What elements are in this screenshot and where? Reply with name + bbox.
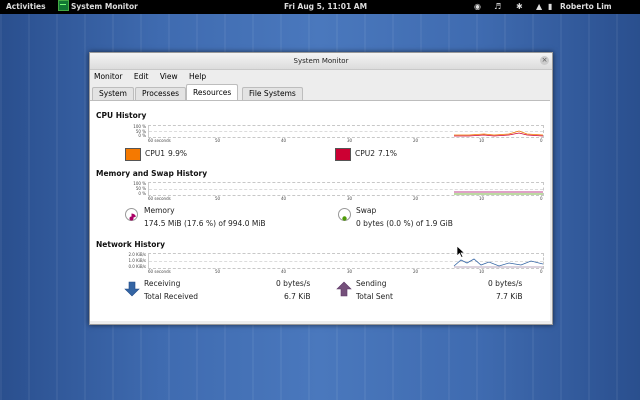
memory-x-tick: 20 <box>413 196 419 201</box>
receiving-label: Receiving <box>144 279 181 288</box>
memory-graph <box>148 182 544 196</box>
memory-graph-lines <box>454 191 543 195</box>
cpu1-color-swatch[interactable] <box>125 148 141 161</box>
tab-bar: System Processes Resources File Systems <box>92 84 552 100</box>
cpu-x-tick: 10 <box>479 138 485 143</box>
battery-icon[interactable]: ▮ <box>548 0 552 14</box>
app-menu[interactable]: System Monitor <box>58 0 138 14</box>
network-history-heading: Network History <box>96 240 165 249</box>
total-sent-label: Total Sent <box>356 292 393 301</box>
total-received-value: 6.7 KiB <box>284 292 311 301</box>
network-x-tick: 50 <box>215 269 221 274</box>
tab-processes[interactable]: Processes <box>135 87 186 100</box>
user-menu[interactable]: Roberto Lim <box>560 0 612 14</box>
network-y-tick: 2.0 KiB/s <box>128 252 146 257</box>
network-x-tick: 10 <box>479 269 485 274</box>
network-x-tick: 20 <box>413 269 419 274</box>
cpu2-label: CPU2 <box>355 149 376 158</box>
window-title: System Monitor <box>293 57 349 65</box>
system-monitor-window: System Monitor × Monitor Edit View Help … <box>89 52 553 325</box>
cpu1-label: CPU1 <box>145 149 166 158</box>
memory-x-tick: 50 <box>215 196 221 201</box>
window-titlebar[interactable]: System Monitor × <box>90 53 552 70</box>
network-x-tick: 30 <box>347 269 353 274</box>
receiving-value: 0 bytes/s <box>276 279 311 288</box>
clock[interactable]: Fri Aug 5, 11:01 AM <box>284 0 367 14</box>
tab-file-systems[interactable]: File Systems <box>242 87 303 100</box>
network-y-tick: 1.0 KiB/s <box>128 258 146 263</box>
cpu2-color-swatch[interactable] <box>335 148 351 161</box>
cpu-graph <box>148 125 544 138</box>
cpu-x-tick: 20 <box>413 138 419 143</box>
swap-pie-dot <box>342 216 347 221</box>
cpu-x-tick: 40 <box>281 138 287 143</box>
top-panel: Activities System Monitor Fri Aug 5, 11:… <box>0 0 640 14</box>
cpu2-value: 7.1% <box>378 149 398 158</box>
sending-arrow-icon[interactable] <box>336 281 352 297</box>
memory-x-tick: 30 <box>347 196 353 201</box>
memory-x-tick: 40 <box>281 196 287 201</box>
mouse-pointer-icon <box>457 246 465 258</box>
cpu-x-tick: 30 <box>347 138 353 143</box>
memory-x-tick: 0 <box>540 196 543 201</box>
sending-label: Sending <box>356 279 387 288</box>
network-x-tick: 0 <box>540 269 543 274</box>
receiving-arrow-icon[interactable] <box>124 281 140 297</box>
volume-icon[interactable]: ♬ <box>494 0 501 14</box>
resources-panel: CPU History 100 % 50 % 0 % 60 seconds 50… <box>90 100 550 321</box>
network-y-tick: 0.0 KiB/s <box>128 264 146 269</box>
menu-edit[interactable]: Edit <box>134 72 149 81</box>
cpu1-value: 9.9% <box>168 149 188 158</box>
network-icon[interactable]: ▲ <box>536 0 542 14</box>
memory-pie-slice <box>129 213 136 221</box>
cpu-y-tick: 0 % <box>138 133 146 138</box>
memory-pie-icon[interactable] <box>125 208 138 221</box>
tab-resources[interactable]: Resources <box>186 84 239 100</box>
menu-monitor[interactable]: Monitor <box>94 72 123 81</box>
cpu-x-tick: 60 seconds <box>148 138 171 143</box>
menu-view[interactable]: View <box>160 72 178 81</box>
network-x-tick: 60 seconds <box>148 269 171 274</box>
accessibility-icon[interactable]: ◉ <box>474 0 481 14</box>
memory-x-tick: 60 seconds <box>148 196 171 201</box>
cpu-history-heading: CPU History <box>96 111 147 120</box>
sending-value: 0 bytes/s <box>488 279 523 288</box>
memory-y-tick: 0 % <box>138 191 146 196</box>
swap-value: 0 bytes (0.0 %) of 1.9 GiB <box>356 219 453 228</box>
bluetooth-icon[interactable]: ✱ <box>516 0 523 14</box>
total-sent-value: 7.7 KiB <box>496 292 523 301</box>
network-x-tick: 40 <box>281 269 287 274</box>
tab-system[interactable]: System <box>92 87 134 100</box>
memory-value: 174.5 MiB (17.6 %) of 994.0 MiB <box>144 219 266 228</box>
cpu-x-tick: 50 <box>215 138 221 143</box>
total-received-label: Total Received <box>144 292 199 301</box>
menubar: Monitor Edit View Help <box>90 70 552 84</box>
network-graph-lines <box>453 258 543 268</box>
cpu-graph-lines <box>454 130 543 137</box>
memory-label: Memory <box>144 206 175 215</box>
swap-label: Swap <box>356 206 377 215</box>
network-graph <box>148 253 544 269</box>
activities-button[interactable]: Activities <box>6 0 46 14</box>
close-icon[interactable]: × <box>540 56 549 65</box>
memory-x-tick: 10 <box>479 196 485 201</box>
system-monitor-icon <box>58 0 69 11</box>
app-menu-label: System Monitor <box>71 2 138 11</box>
memory-history-heading: Memory and Swap History <box>96 169 208 178</box>
cpu-x-tick: 0 <box>540 138 543 143</box>
menu-help[interactable]: Help <box>189 72 206 81</box>
swap-pie-icon[interactable] <box>338 208 351 221</box>
